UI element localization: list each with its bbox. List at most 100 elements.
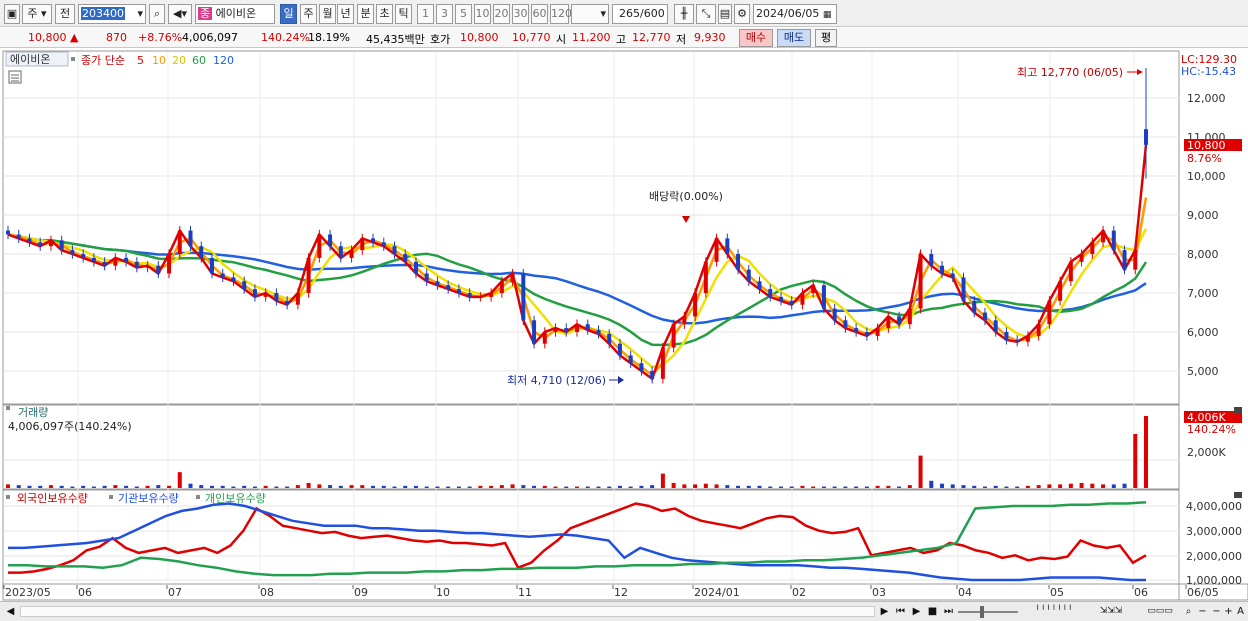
candle-body — [821, 285, 826, 309]
search-icon[interactable]: ⌕ — [149, 4, 165, 24]
chart-area[interactable]: 에이비온 종가 단순 5 10 20 60 120 LC:129.30 HC:-… — [0, 49, 1248, 601]
view-icons[interactable]: ▭▭▭ — [1140, 604, 1180, 619]
horizontal-scrollbar[interactable] — [20, 606, 875, 617]
save-icon[interactable]: ▤ — [718, 4, 732, 24]
volume-bar — [639, 485, 644, 488]
candle-body — [746, 269, 751, 282]
stock-name-field[interactable]: 종 에이비온 — [195, 4, 275, 24]
candle-body — [435, 281, 440, 286]
x-axis-label: 12 — [614, 586, 628, 599]
price-y-tick: 7,000 — [1187, 287, 1219, 300]
interval-select[interactable]: ▾ — [571, 4, 609, 24]
tick-button-60[interactable]: 60 — [531, 4, 548, 24]
sell-button[interactable]: 매도 — [777, 29, 811, 47]
low-label: 저 — [676, 33, 687, 46]
candle-body — [145, 265, 150, 268]
period-button-5[interactable]: 초 — [376, 4, 393, 24]
volume-bar — [209, 485, 214, 488]
period-button-1[interactable]: 주 — [300, 4, 317, 24]
candle-body — [725, 238, 730, 254]
x-axis-label: 05 — [1050, 586, 1064, 599]
zoom-out-icon[interactable]: − — [1196, 604, 1209, 619]
tick-button-5[interactable]: 5 — [455, 4, 472, 24]
candle-body — [70, 250, 75, 254]
evaluate-button[interactable]: 평 — [815, 29, 837, 47]
holding-panel-close-icon[interactable] — [1234, 492, 1242, 498]
tick-button-30[interactable]: 30 — [512, 4, 529, 24]
period-button-4[interactable]: 분 — [357, 4, 374, 24]
period-button-3[interactable]: 년 — [337, 4, 354, 24]
scroll-right-icon[interactable]: ▶ — [878, 604, 891, 619]
x-axis-label: 06 — [78, 586, 92, 599]
period-button-2[interactable]: 월 — [319, 4, 336, 24]
period-button-6[interactable]: 틱 — [395, 4, 412, 24]
candle-body — [489, 293, 494, 297]
candle-body — [102, 261, 107, 266]
volume-bar — [1036, 485, 1041, 488]
stock-chart[interactable]: 에이비온 종가 단순 5 10 20 60 120 LC:129.30 HC:-… — [0, 49, 1248, 601]
market-select[interactable]: 주 ▾ — [22, 4, 52, 24]
volume-bar — [854, 486, 859, 488]
candle-body — [703, 261, 708, 293]
scroll-left-icon[interactable]: ◀ — [4, 604, 17, 619]
volume-bar — [1079, 482, 1084, 488]
volume-bar — [703, 483, 708, 488]
stop-icon[interactable]: ■ — [926, 604, 939, 619]
volume-bar — [532, 485, 537, 488]
candle-body — [27, 238, 32, 243]
volume-bar — [263, 485, 268, 488]
gear-icon[interactable]: ⚙ — [734, 4, 750, 24]
layout-icon[interactable]: ▣ — [4, 4, 20, 24]
volume-bar — [1101, 484, 1106, 488]
open-price: 11,200 — [572, 31, 611, 44]
bid-price: 10,770 — [512, 31, 551, 44]
volume-panel-close-icon[interactable] — [1234, 407, 1242, 413]
mode-button[interactable]: 전 — [55, 4, 75, 24]
candle-body — [628, 355, 633, 364]
volume-bar — [682, 484, 687, 488]
candle-body — [671, 324, 676, 348]
zoom-slider[interactable] — [958, 611, 1018, 613]
speaker-icon[interactable]: ◀▾ — [168, 4, 192, 24]
volume-bar — [59, 485, 64, 488]
candle-type-icon[interactable]: ╫ — [674, 4, 694, 24]
draw-tool-icon[interactable]: ⤡ — [696, 4, 716, 24]
stock-code-input[interactable]: 203400 ▾ — [78, 4, 146, 24]
price-change-pct: +8.76% — [138, 31, 183, 44]
chart-style-icons[interactable]: ⇲⇲⇲ — [1086, 604, 1136, 619]
zoom-search-icon[interactable]: ⌕ — [1182, 604, 1195, 619]
first-icon[interactable]: ⏮ — [894, 604, 907, 619]
candle-body — [961, 277, 966, 301]
tick-button-120[interactable]: 120 — [550, 4, 572, 24]
tick-button-10[interactable]: 10 — [474, 4, 491, 24]
candle-body — [242, 281, 247, 290]
volume-bar — [220, 485, 225, 488]
x-axis-label: 06 — [1134, 586, 1148, 599]
candle-body — [360, 238, 365, 251]
candle-body — [811, 285, 816, 293]
tick-button-3[interactable]: 3 — [436, 4, 453, 24]
auto-scale-icon[interactable]: A — [1234, 604, 1247, 619]
tick-button-1[interactable]: 1 — [417, 4, 434, 24]
candle-body — [446, 285, 451, 290]
candle-body — [1122, 250, 1127, 270]
candle-body — [607, 333, 612, 344]
candle-body — [510, 273, 515, 282]
volume-bar — [478, 485, 483, 488]
bar-count-input[interactable]: 265/600 — [612, 4, 668, 24]
volume-bar — [929, 480, 934, 488]
tick-button-20[interactable]: 20 — [493, 4, 510, 24]
volume-bar — [1090, 483, 1095, 488]
candle-body — [403, 254, 408, 262]
play-icon[interactable]: ▶ — [910, 604, 923, 619]
buy-button[interactable]: 매수 — [739, 29, 773, 47]
last-icon[interactable]: ⏭ — [942, 604, 955, 619]
period-button-0[interactable]: 일 — [280, 4, 297, 24]
candle-body — [188, 230, 193, 247]
volume-bar — [1144, 416, 1148, 488]
date-input[interactable]: 2024/06/05 ▦ — [753, 4, 837, 24]
ma60-label: 60 — [192, 54, 206, 67]
candle-body — [338, 246, 343, 258]
zoom-slider-handle[interactable] — [980, 606, 984, 618]
candle-body — [897, 316, 902, 325]
